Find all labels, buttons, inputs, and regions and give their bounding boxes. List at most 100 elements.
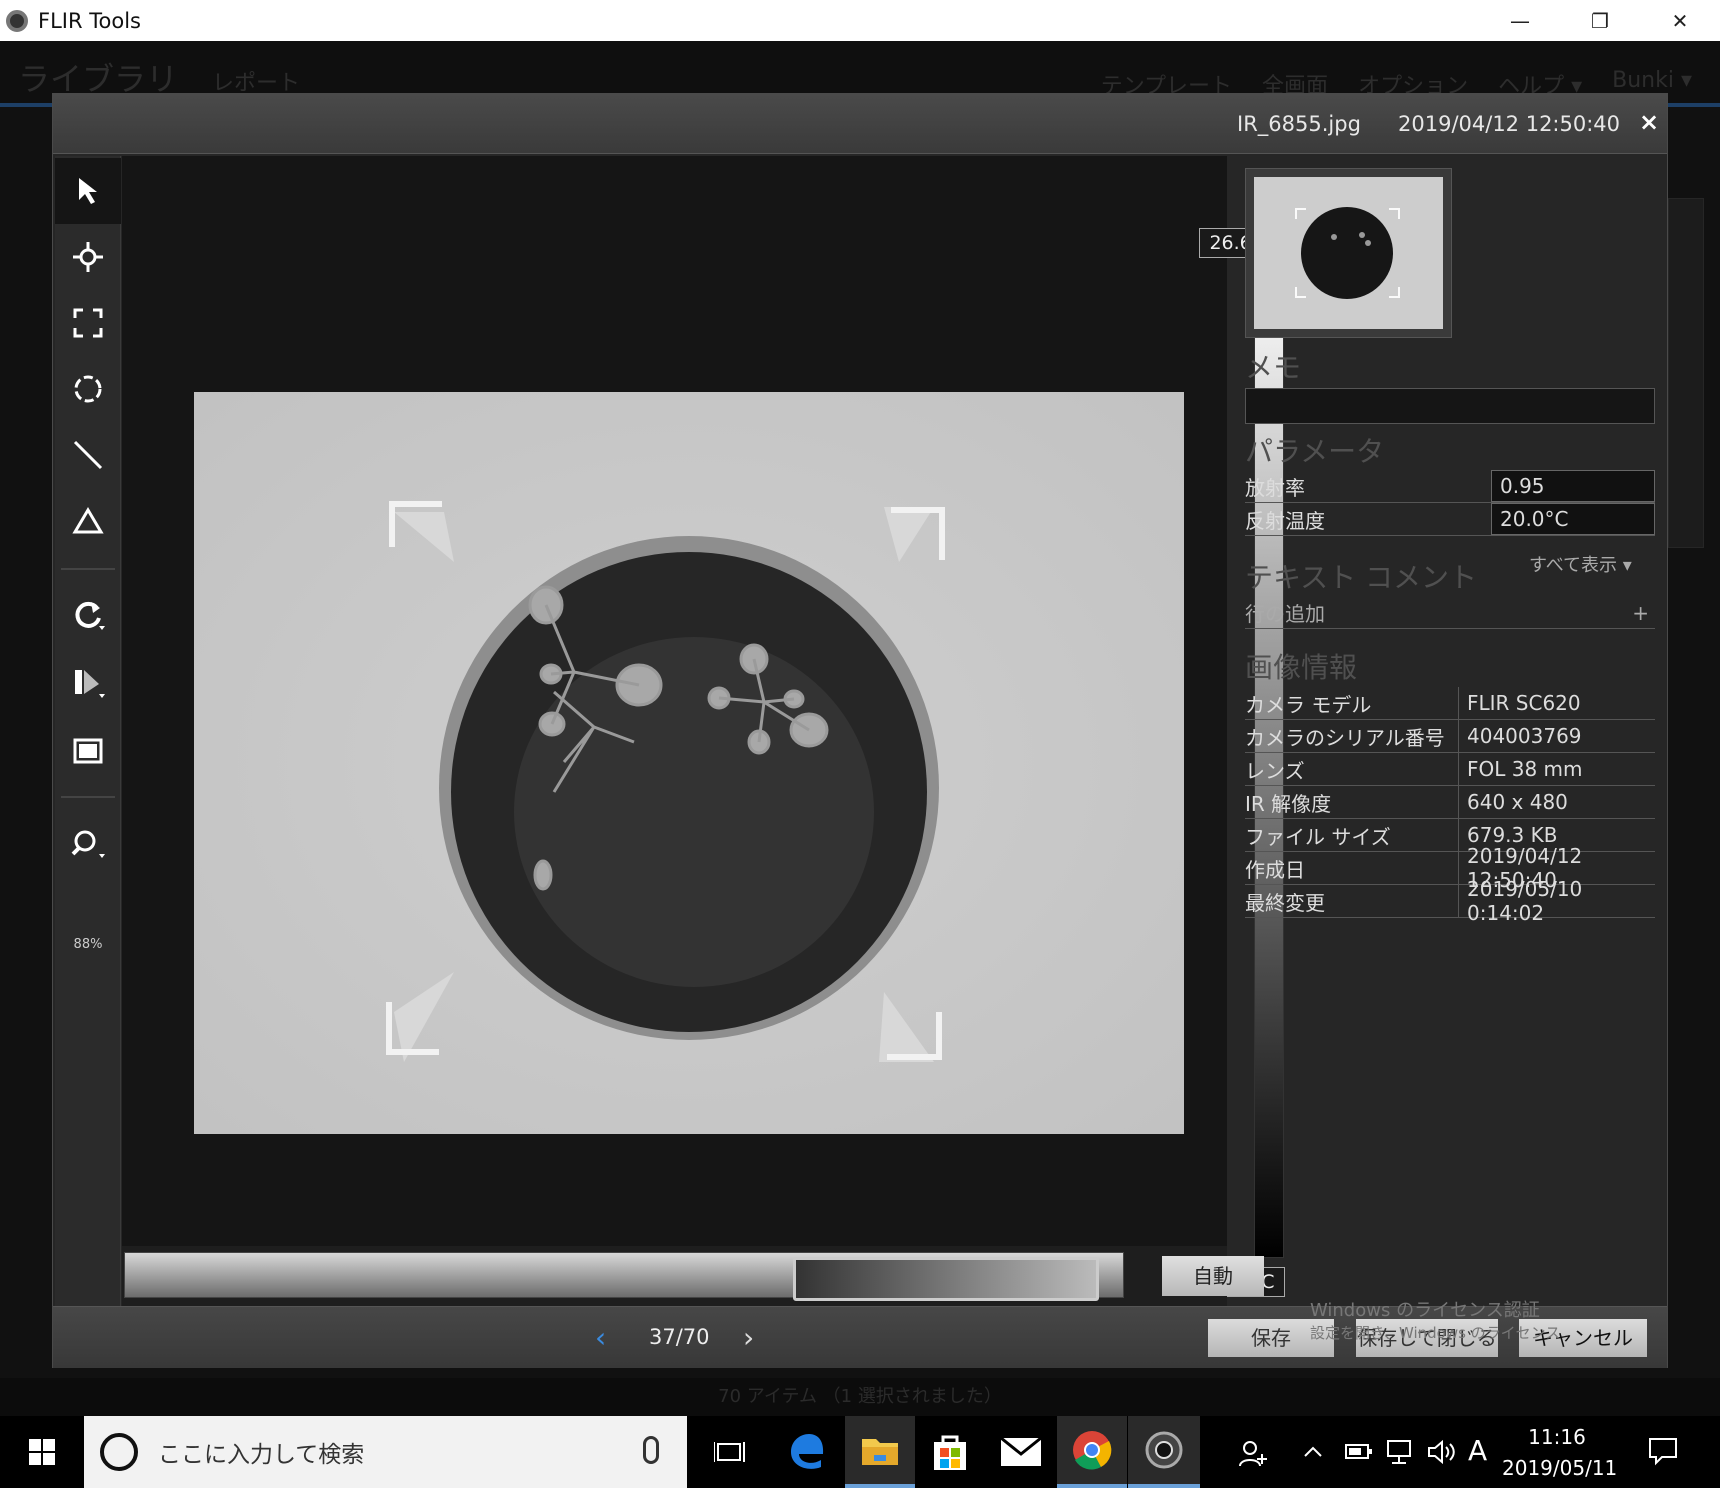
parameters-section-title: パラメータ: [1245, 435, 1385, 468]
spot-meter-tool[interactable]: [55, 224, 121, 290]
windows-logo-icon: [29, 1439, 55, 1465]
dialog-close-button[interactable]: ×: [1639, 108, 1659, 136]
rotate-icon: [75, 601, 105, 630]
memo-input[interactable]: [1245, 388, 1655, 424]
memo-section-title: メモ: [1245, 351, 1302, 384]
thumbnail-preview: [1254, 177, 1443, 329]
background-status-bar: 70 アイテム （1 選択されました）: [0, 1378, 1720, 1416]
circle-icon: [74, 375, 102, 403]
image-editor-dialog: IR_6855.jpg 2019/04/12 12:50:40 × 88% 26…: [52, 93, 1668, 1368]
image-info-section-title: 画像情報: [1245, 651, 1358, 684]
text-comment-section-title: テキスト コメント: [1245, 561, 1478, 594]
toolbar-divider: [61, 568, 115, 570]
activation-watermark: Windows のライセンス認証 設定を開き、Windows のライセンス: [1310, 1300, 1560, 1344]
clock-date: 2019/05/11: [1502, 1456, 1618, 1480]
edge-icon: [791, 1434, 824, 1469]
taskbar-search-box[interactable]: ここに入力して検索: [84, 1416, 687, 1488]
search-placeholder: ここに入力して検索: [158, 1442, 365, 1468]
info-label: レンズ: [1245, 758, 1305, 783]
delta-tool[interactable]: [55, 488, 121, 554]
chrome-taskbar-button[interactable]: [1057, 1416, 1127, 1488]
toolbar-divider: [61, 796, 115, 798]
people-icon[interactable]: [1238, 1438, 1268, 1474]
mail-icon: [1000, 1437, 1042, 1466]
network-icon[interactable]: [1384, 1438, 1416, 1472]
next-image-button[interactable]: ›: [743, 1321, 754, 1354]
image-viewer: 26.6°C 18.4°C: [122, 156, 1285, 1297]
circle-area-tool[interactable]: [55, 356, 121, 422]
info-side-panel: メモ パラメータ 放射率 0.95 反射温度 20.0°C すべて表示 ▾ テキ…: [1239, 156, 1655, 1306]
watermark-line: 設定を開き、Windows のライセンス: [1310, 1324, 1561, 1342]
start-button[interactable]: [0, 1416, 84, 1488]
fit-screen-icon: [73, 738, 103, 764]
watermark-line: Windows のライセンス認証: [1310, 1300, 1540, 1321]
box-area-tool[interactable]: [55, 290, 121, 356]
param-label: 放射率: [1245, 475, 1305, 500]
chrome-icon: [1073, 1431, 1112, 1470]
folder-icon: [862, 1439, 898, 1465]
window-titlebar: FLIR Tools — ❐ ✕: [0, 0, 1720, 41]
info-label: 作成日: [1245, 857, 1305, 882]
box-icon: [73, 308, 103, 338]
edge-taskbar-button[interactable]: [772, 1416, 842, 1488]
reflected-temp-input[interactable]: 20.0°C: [1491, 503, 1655, 535]
maximize-button[interactable]: ❐: [1560, 0, 1640, 41]
thermal-image-render: [194, 392, 1184, 1134]
microphone-icon[interactable]: [643, 1436, 659, 1464]
info-label: IR 解像度: [1245, 791, 1332, 816]
line-tool[interactable]: [55, 422, 121, 488]
plus-icon: +: [1632, 600, 1649, 625]
store-icon: [934, 1435, 966, 1470]
level-track[interactable]: [124, 1252, 1124, 1301]
info-label: 最終変更: [1245, 890, 1325, 915]
action-center-icon[interactable]: [1648, 1436, 1678, 1472]
cortana-icon: [100, 1433, 138, 1471]
level-span-handle[interactable]: [793, 1257, 1099, 1301]
info-value: 2019/05/10 0:14:02: [1458, 877, 1655, 925]
param-reflected-temp-row: 反射温度 20.0°C: [1245, 503, 1655, 536]
file-explorer-taskbar-button[interactable]: [845, 1416, 915, 1488]
zoom-percent: 88%: [73, 937, 103, 952]
mail-taskbar-button[interactable]: [986, 1416, 1056, 1488]
fit-image-tool[interactable]: [55, 718, 121, 784]
show-hidden-icons-chevron-icon[interactable]: [1302, 1438, 1324, 1470]
select-tool[interactable]: [55, 158, 121, 224]
close-window-button[interactable]: ✕: [1640, 0, 1720, 41]
flir-taskbar-button[interactable]: [1128, 1416, 1200, 1488]
minimize-button[interactable]: —: [1480, 0, 1560, 41]
info-label: カメラ モデル: [1245, 692, 1372, 717]
image-thumbnail[interactable]: [1245, 168, 1452, 338]
info-row: レンズ FOL 38 mm: [1245, 753, 1655, 786]
taskbar-clock[interactable]: 11:16 2019/05/11: [1502, 1422, 1618, 1484]
param-label: 反射温度: [1245, 508, 1325, 533]
prev-image-button[interactable]: ‹: [595, 1321, 606, 1354]
task-view-icon: [714, 1442, 745, 1462]
info-row: カメラ モデル FLIR SC620: [1245, 687, 1655, 720]
flir-app-icon: [6, 9, 28, 32]
info-row: 最終変更 2019/05/10 0:14:02: [1245, 877, 1655, 925]
volume-icon[interactable]: [1426, 1438, 1458, 1472]
emissivity-input[interactable]: 0.95: [1491, 470, 1655, 502]
show-all-dropdown[interactable]: すべて表示 ▾: [1529, 551, 1632, 577]
info-value: 640 x 480: [1458, 786, 1655, 818]
zoom-icon: [71, 830, 105, 858]
thumbnail-render: [1254, 177, 1443, 329]
image-datetime: 2019/04/12 12:50:40: [1398, 112, 1621, 136]
clock-time: 11:16: [1528, 1425, 1586, 1449]
rotate-tool[interactable]: [55, 582, 121, 648]
param-emissivity-row: 放射率 0.95: [1245, 470, 1655, 503]
task-view-button[interactable]: [695, 1416, 765, 1488]
tool-bar: 88%: [55, 156, 121, 1306]
add-row-label: 行の追加: [1245, 602, 1325, 626]
battery-icon[interactable]: [1344, 1438, 1374, 1470]
line-icon: [73, 440, 103, 470]
zoom-tool[interactable]: [55, 812, 121, 878]
window-title: FLIR Tools: [38, 8, 141, 33]
palette-tool[interactable]: [55, 650, 121, 716]
add-row-button[interactable]: 行の追加 +: [1245, 597, 1655, 629]
palette-icon: [75, 670, 105, 698]
image-filename: IR_6855.jpg: [1237, 112, 1361, 136]
store-taskbar-button[interactable]: [915, 1416, 985, 1488]
thermal-image[interactable]: [194, 392, 1184, 1134]
ime-indicator[interactable]: A: [1468, 1434, 1487, 1467]
